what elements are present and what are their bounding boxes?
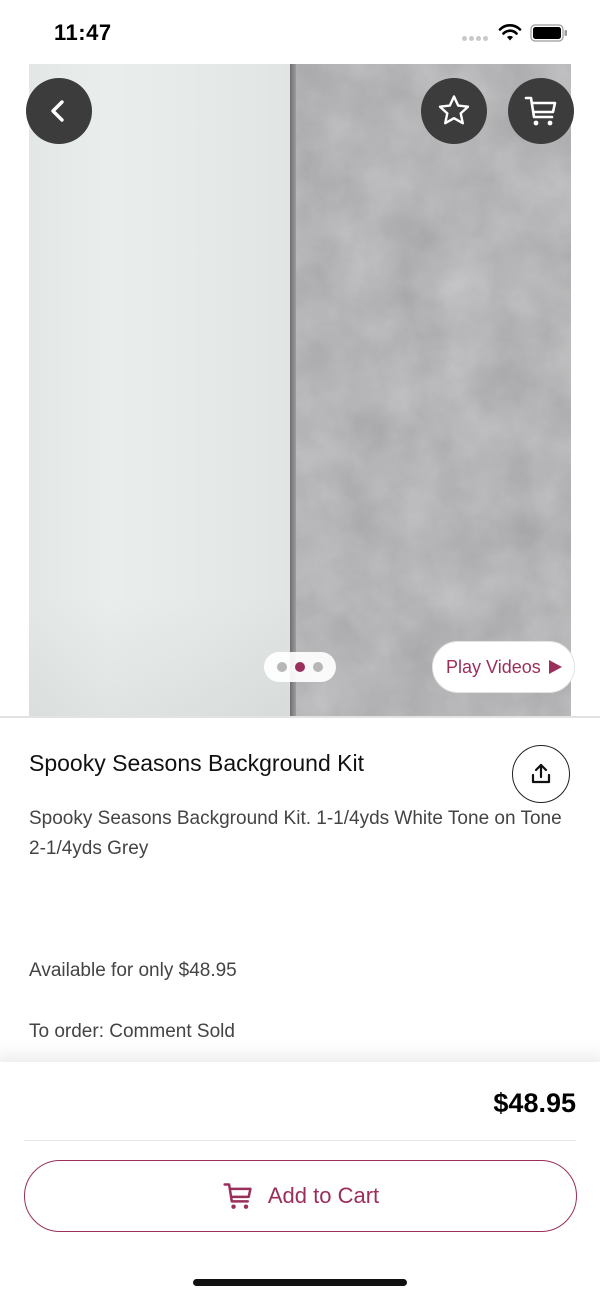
cart-button[interactable] — [508, 78, 574, 144]
signal-dots-icon — [462, 36, 490, 42]
chevron-left-icon — [51, 100, 64, 122]
star-icon — [438, 95, 470, 125]
white-fabric-swatch — [29, 64, 290, 716]
availability-text: Available for only $48.95 — [29, 960, 237, 981]
play-videos-label: Play Videos — [446, 656, 541, 677]
footer-divider — [24, 1140, 576, 1141]
fabric-fold-edge — [290, 64, 296, 716]
grey-fabric-swatch — [290, 64, 571, 716]
add-to-cart-button[interactable]: Add to Cart — [24, 1160, 577, 1232]
image-pager[interactable] — [264, 652, 336, 682]
wifi-icon — [498, 24, 522, 41]
status-bar: 11:47 — [0, 0, 600, 64]
price: $48.95 — [493, 1088, 576, 1118]
fabric-texture — [290, 64, 571, 716]
product-title: Spooky Seasons Background Kit — [29, 750, 364, 776]
cart-icon — [223, 1183, 252, 1209]
product-description: Spooky Seasons Background Kit. 1-1/4yds … — [29, 804, 574, 864]
home-indicator[interactable] — [193, 1279, 407, 1286]
add-to-cart-label: Add to Cart — [267, 1183, 380, 1208]
share-button[interactable] — [512, 745, 570, 803]
pager-dot[interactable] — [277, 662, 287, 672]
divider — [0, 716, 600, 718]
favorite-button[interactable] — [421, 78, 487, 144]
cart-icon — [524, 96, 557, 126]
share-icon — [531, 763, 551, 784]
play-icon — [548, 660, 562, 674]
play-videos-button[interactable]: Play Videos — [432, 641, 575, 693]
status-time: 11:47 — [54, 20, 112, 45]
description-line: 2-1/4yds Grey — [29, 838, 149, 859]
footer-shadow — [0, 1040, 600, 1064]
product-image[interactable] — [29, 64, 571, 716]
pager-dot-active[interactable] — [295, 662, 305, 672]
pager-dot[interactable] — [313, 662, 323, 672]
back-button[interactable] — [26, 78, 92, 144]
battery-icon — [530, 24, 567, 42]
description-line: Spooky Seasons Background Kit. 1-1/4yds … — [29, 808, 562, 829]
